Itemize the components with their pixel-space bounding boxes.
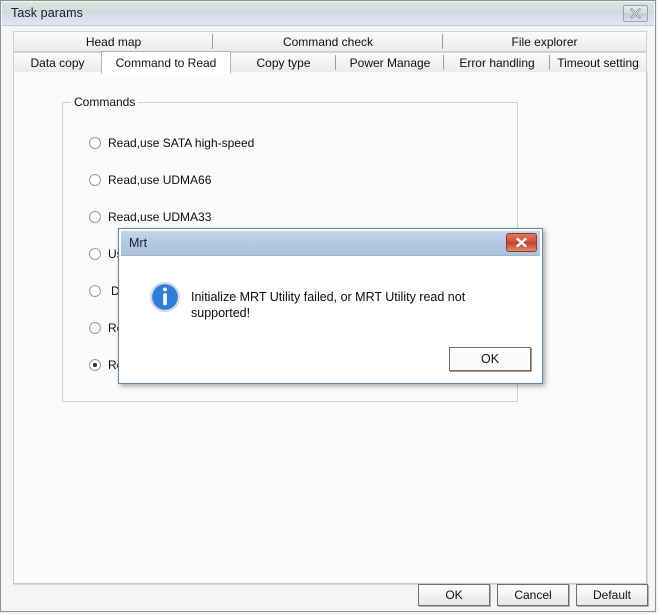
tab-label: Copy type: [256, 55, 311, 70]
tab-head-map[interactable]: Head map: [13, 31, 213, 52]
radio-read-udma33[interactable]: Read,use UDMA33: [89, 209, 211, 225]
tab-label: Head map: [85, 34, 142, 49]
tab-label: Data copy: [30, 55, 85, 70]
radio-read-udma66[interactable]: Read,use UDMA66: [89, 172, 211, 188]
radio-indicator: [89, 248, 101, 260]
mrt-message-dialog: Mrt Initialize MRT Utility failed, or MR…: [118, 228, 543, 384]
tab-data-copy[interactable]: Data copy: [13, 52, 101, 73]
tab-label: Error handling: [459, 55, 535, 70]
tab-copy-type[interactable]: Copy type: [231, 52, 336, 73]
footer-button-bar: OK Cancel Default: [1, 581, 657, 611]
dialog-message: Initialize MRT Utility failed, or MRT Ut…: [191, 290, 466, 320]
radio-indicator: [89, 359, 101, 371]
cancel-button[interactable]: Cancel: [497, 584, 569, 606]
tab-label: File explorer: [511, 34, 578, 49]
tab-error-handling[interactable]: Error handling: [444, 52, 550, 73]
radio-indicator: [89, 174, 101, 186]
close-icon[interactable]: [623, 5, 648, 22]
tab-file-explorer[interactable]: File explorer: [443, 31, 647, 52]
default-button[interactable]: Default: [576, 584, 648, 606]
window-titlebar: Task params: [2, 2, 654, 26]
info-icon: [149, 281, 181, 313]
tab-row-bottom: Data copy Command to Read Copy type Powe…: [13, 51, 647, 74]
commands-groupbox-title: Commands: [71, 95, 139, 109]
window-title: Task params: [11, 6, 83, 20]
radio-indicator: [89, 137, 101, 149]
tab-strip: Head map Command check File explorer Dat…: [13, 31, 647, 74]
close-icon[interactable]: [506, 233, 537, 252]
tab-row-top: Head map Command check File explorer: [13, 31, 647, 52]
radio-indicator: [89, 285, 101, 297]
radio-indicator: [89, 211, 101, 223]
tab-label: Command check: [282, 34, 374, 49]
tab-label: Command to Read: [115, 55, 217, 70]
dialog-body: Mrt Initialize MRT Utility failed, or MR…: [120, 230, 541, 382]
tab-timeout-setting[interactable]: Timeout setting: [550, 52, 647, 73]
ok-button[interactable]: OK: [418, 584, 490, 606]
tab-command-check[interactable]: Command check: [213, 31, 443, 52]
dialog-ok-button[interactable]: OK: [449, 347, 531, 371]
radio-indicator: [89, 322, 101, 334]
tab-power-manage[interactable]: Power Manage: [336, 52, 444, 73]
radio-label: Read,use UDMA66: [108, 173, 212, 187]
dialog-title: Mrt: [129, 236, 148, 250]
radio-label: Read,use UDMA33: [108, 210, 212, 224]
tab-label: Timeout setting: [557, 55, 639, 70]
radio-label: Read,use SATA high-speed: [108, 136, 255, 150]
radio-read-sata-high-speed[interactable]: Read,use SATA high-speed: [89, 135, 254, 151]
dialog-titlebar: Mrt: [121, 231, 540, 256]
screen: Task params Head map Command check File …: [0, 0, 658, 614]
tab-label: Power Manage: [349, 55, 431, 70]
tab-command-to-read[interactable]: Command to Read: [101, 51, 231, 74]
